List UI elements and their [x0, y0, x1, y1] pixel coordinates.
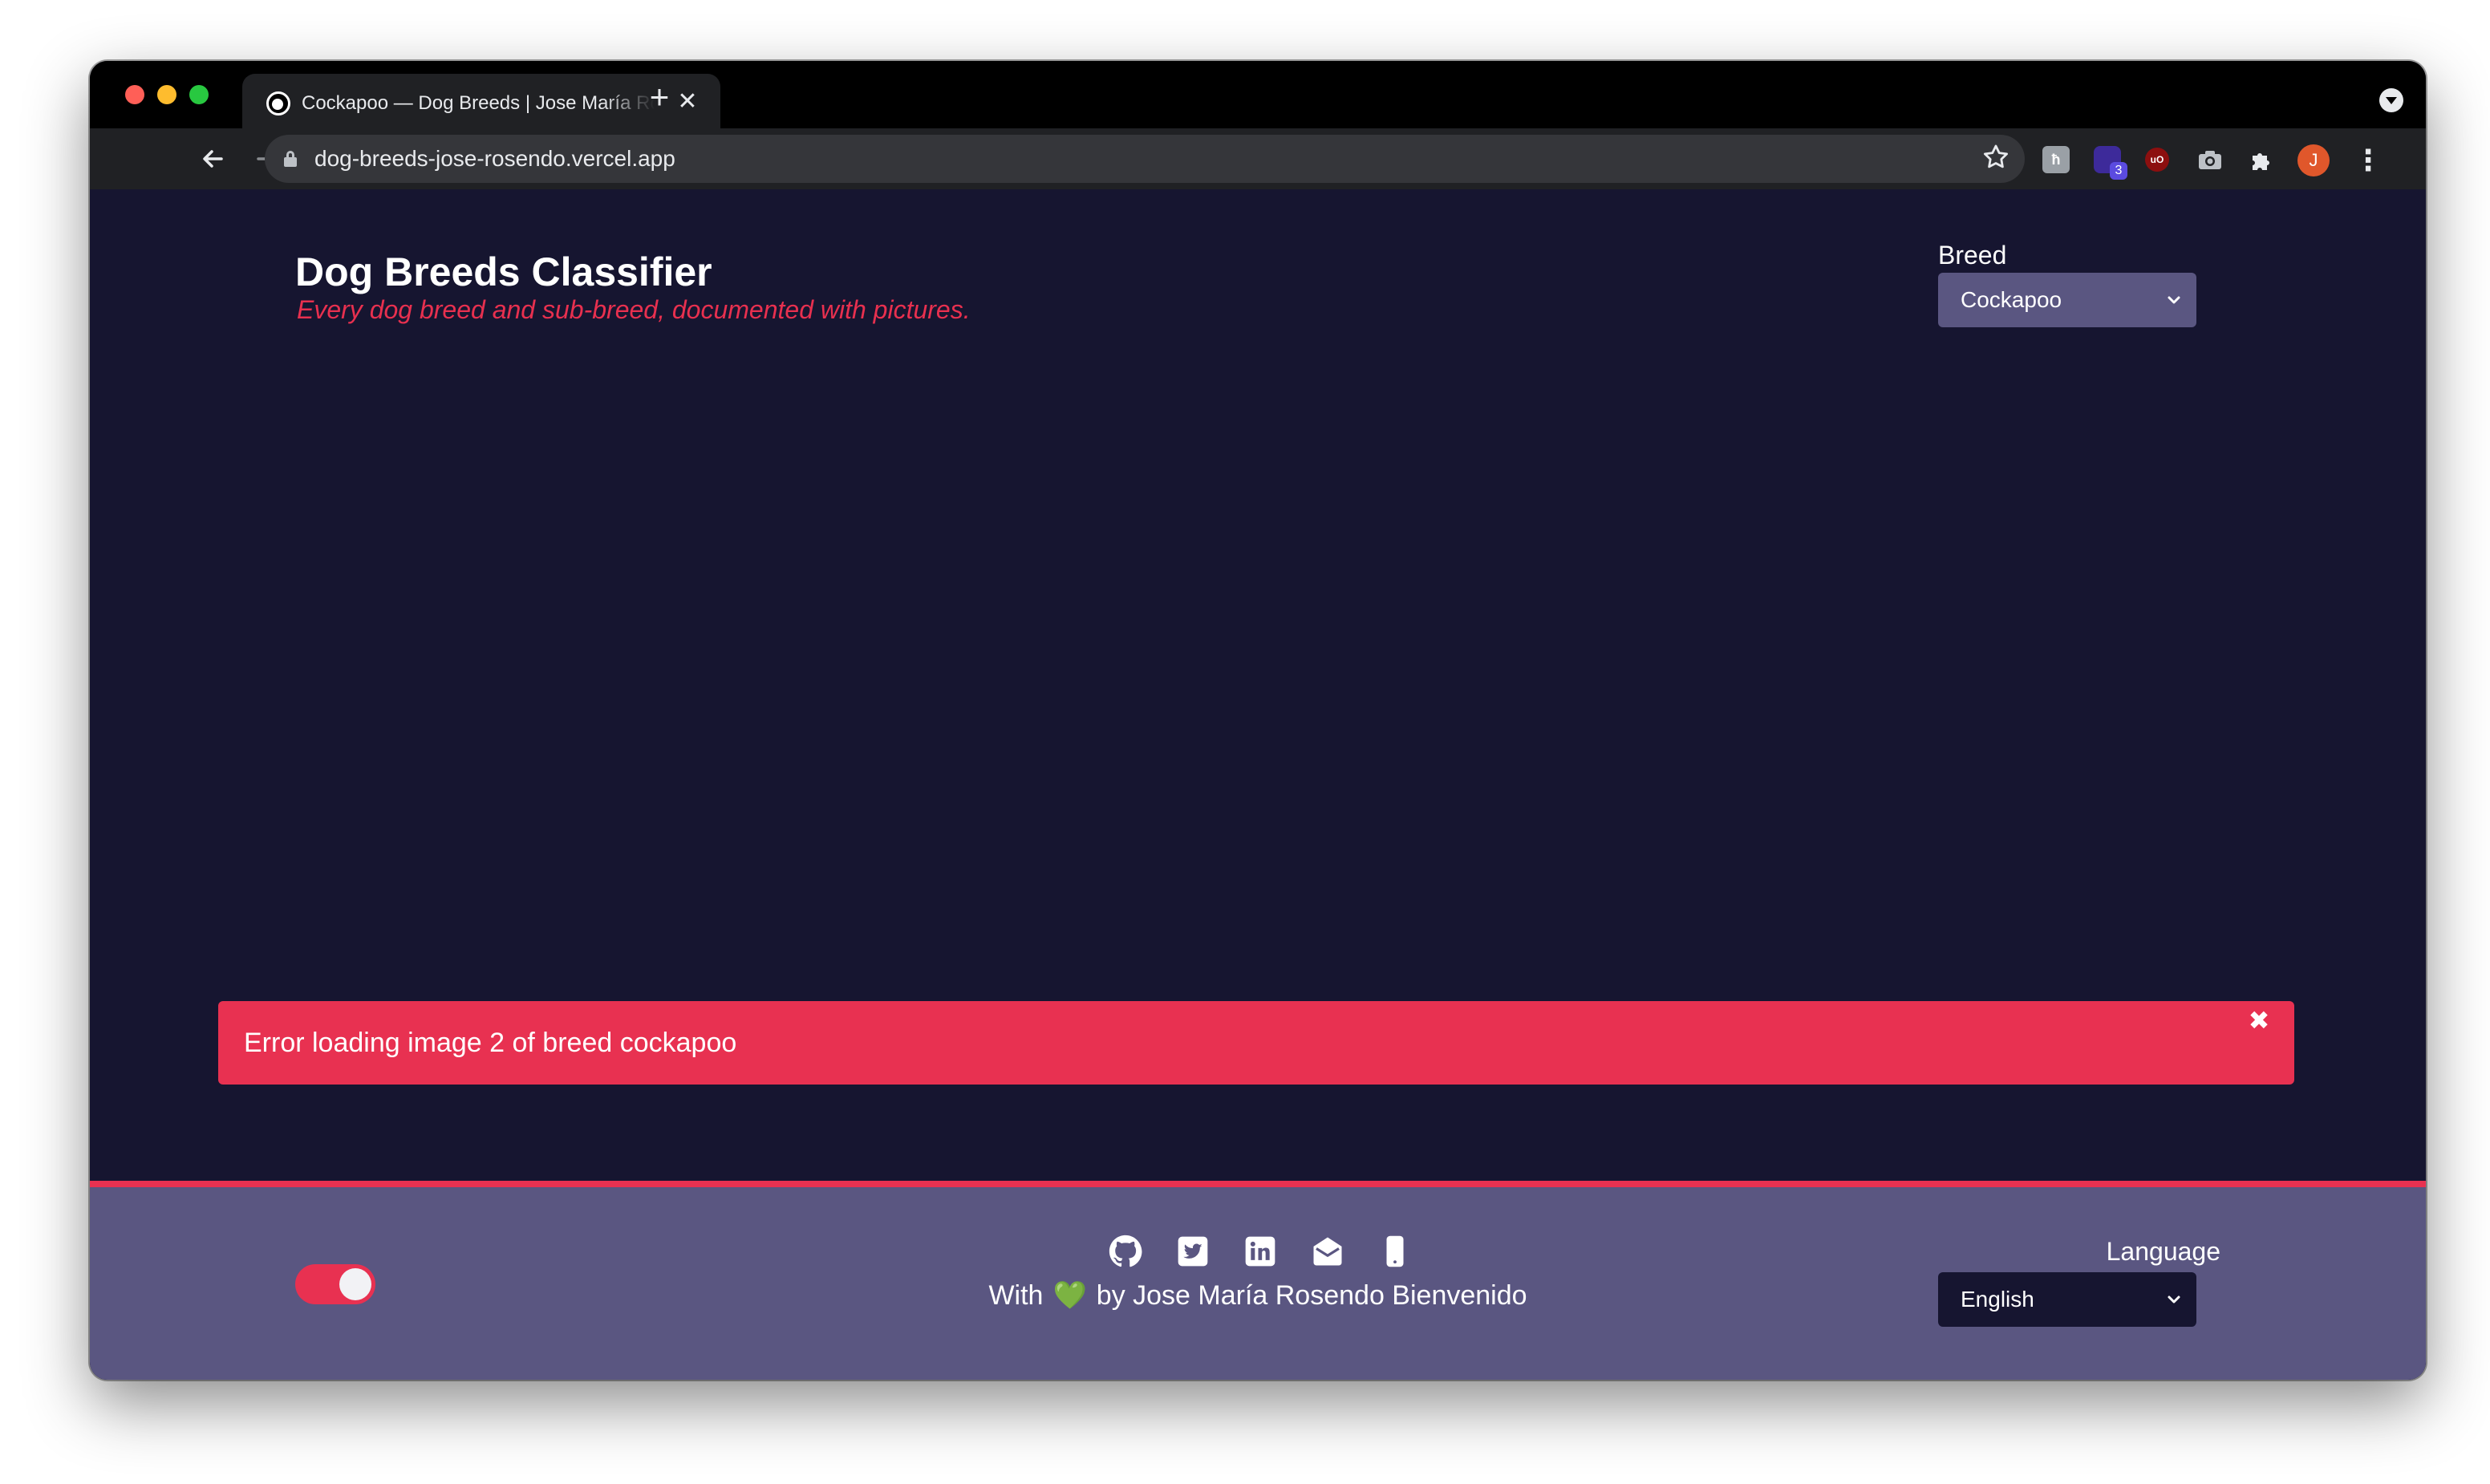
breed-label: Breed — [1938, 241, 2007, 270]
browser-window: Cockapoo — Dog Breeds | Jose María Rosen… — [90, 61, 2426, 1380]
kebab-menu-icon[interactable]: ⋮ — [2354, 143, 2383, 178]
maximize-window-button[interactable] — [189, 85, 209, 104]
back-icon[interactable] — [194, 140, 233, 178]
chevron-down-icon — [2166, 1272, 2182, 1327]
error-alert: Error loading image 2 of breed cockapoo … — [218, 1001, 2294, 1085]
breed-select[interactable]: Cockapoo — [1938, 273, 2196, 327]
linkedin-icon[interactable] — [1240, 1234, 1280, 1269]
language-select[interactable]: English — [1938, 1272, 2196, 1327]
close-window-button[interactable] — [125, 85, 144, 104]
tab-strip: Cockapoo — Dog Breeds | Jose María Rosen… — [90, 61, 2426, 128]
tab-close-icon[interactable]: ✕ — [674, 88, 701, 116]
camera-icon[interactable] — [2196, 146, 2224, 173]
language-select-value: English — [1961, 1287, 2034, 1312]
error-message: Error loading image 2 of breed cockapoo — [244, 1028, 737, 1058]
tab-search-icon[interactable] — [2379, 88, 2403, 112]
chevron-down-icon — [2166, 273, 2182, 327]
new-tab-button[interactable]: + — [643, 80, 675, 115]
lock-icon[interactable] — [284, 151, 297, 167]
page-subtitle: Every dog breed and sub-breed, documente… — [297, 295, 971, 324]
favicon-icon — [266, 91, 290, 116]
twitter-icon[interactable] — [1173, 1234, 1213, 1269]
ublock-icon[interactable]: uO — [2145, 148, 2169, 172]
credit-prefix: With — [988, 1280, 1044, 1311]
extension-icon[interactable]: ћ — [2042, 146, 2070, 173]
email-icon[interactable] — [1308, 1234, 1348, 1269]
url-text[interactable]: dog-breeds-jose-rosendo.vercel.app — [314, 144, 675, 173]
breed-select-value: Cockapoo — [1961, 287, 2062, 312]
page-content: Dog Breeds Classifier Every dog breed an… — [90, 189, 2426, 1380]
page-title: Dog Breeds Classifier — [295, 249, 712, 294]
language-label: Language — [2106, 1237, 2220, 1266]
phone-icon[interactable] — [1375, 1234, 1415, 1269]
browser-toolbar: dog-breeds-jose-rosendo.vercel.app ћ 3 u… — [90, 128, 2426, 189]
extension-badge: 3 — [2110, 162, 2127, 180]
puzzle-icon[interactable] — [2248, 146, 2275, 173]
tab-title: Cockapoo — Dog Breeds | Jose María Rosen… — [302, 92, 655, 114]
minimize-window-button[interactable] — [157, 85, 176, 104]
close-icon[interactable]: ✖ — [2245, 1006, 2273, 1035]
green-heart-icon: 💚 — [1052, 1280, 1087, 1311]
footer: With 💚 by Jose María Rosendo Bienvenido La… — [90, 1181, 2426, 1380]
social-links — [1105, 1234, 1415, 1269]
profile-avatar[interactable]: J — [2297, 144, 2330, 176]
star-icon[interactable] — [1978, 141, 2013, 176]
credit-author: by Jose María Rosendo Bienvenido — [1096, 1280, 1527, 1311]
github-icon[interactable] — [1105, 1234, 1146, 1269]
address-bar[interactable]: dog-breeds-jose-rosendo.vercel.app — [265, 135, 2025, 183]
